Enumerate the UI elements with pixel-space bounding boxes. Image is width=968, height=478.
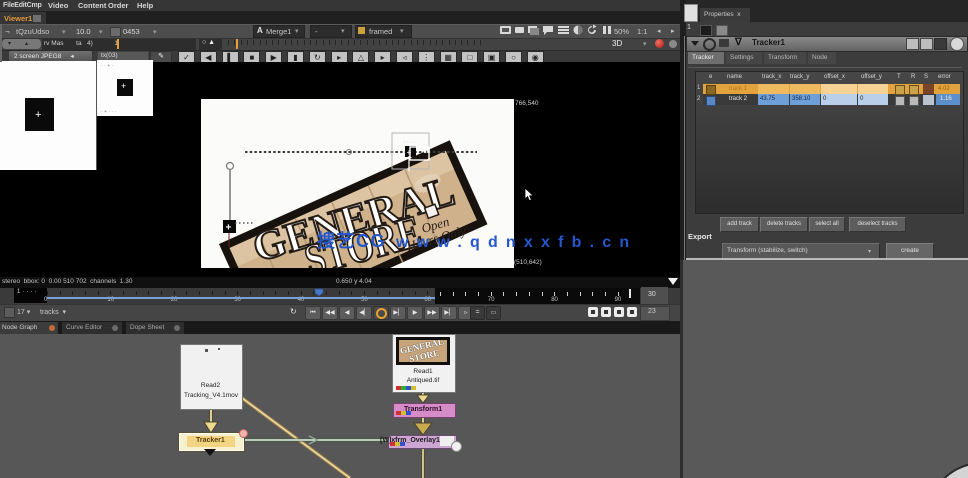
svg-text:+: +: [407, 148, 412, 157]
svg-text:+·▮▮: +·▮▮: [418, 148, 430, 154]
svg-text:+: +: [226, 223, 232, 234]
